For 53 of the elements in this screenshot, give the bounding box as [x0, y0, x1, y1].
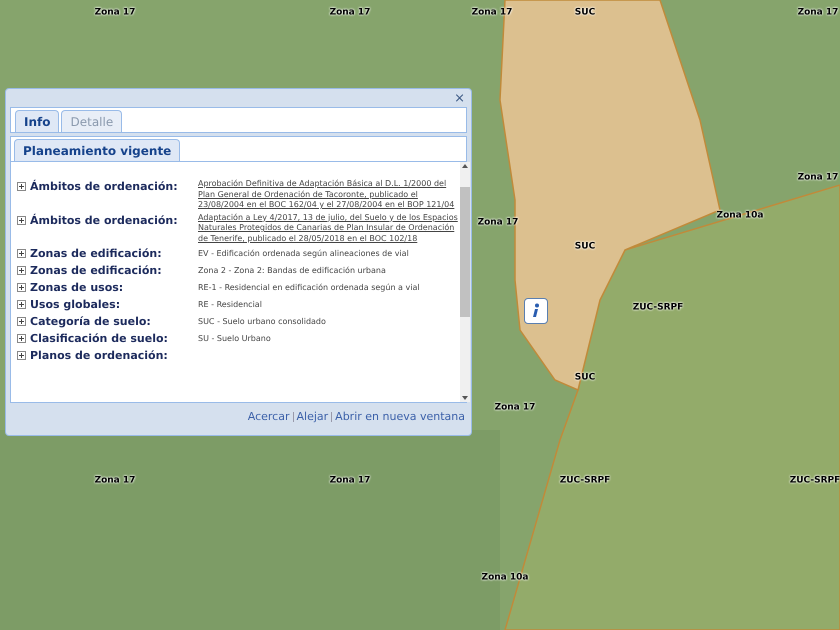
zone-label: Zona 17 — [478, 216, 518, 230]
tab[interactable]: Info — [15, 110, 60, 132]
field-value: Zona 2 - Zona 2: Bandas de edificación urbana — [198, 265, 387, 277]
scroll-down-icon[interactable] — [462, 396, 468, 400]
field-value: EV - Edificación ordenada según alineaciones de vial — [198, 248, 410, 260]
field-value: SU - Suelo Urbano — [198, 333, 272, 345]
field-label: Planos de ordenación: — [30, 348, 169, 363]
scroll-up-icon[interactable] — [462, 164, 468, 168]
field-value: SUC - Suelo urbano consolidado — [198, 316, 327, 328]
field-label: Zonas de edificación: — [30, 263, 163, 278]
field-label: Ámbitos de ordenación: — [30, 212, 179, 228]
field-label: Categoría de suelo: — [30, 314, 152, 329]
map-link[interactable]: Abrir en nueva ventana — [335, 408, 465, 426]
info-marker-icon[interactable] — [524, 298, 548, 324]
zone-label: Zona 17 — [94, 6, 136, 20]
close-button[interactable]: × — [452, 92, 467, 104]
field-label: Usos globales: — [30, 297, 122, 312]
field-label: Zonas de edificación: — [30, 246, 163, 261]
expand-icon[interactable] — [17, 266, 26, 275]
expand-icon[interactable] — [17, 334, 26, 343]
zone-label: ZUC-SRPF — [560, 474, 610, 488]
zone-label: Zona 17 — [472, 6, 512, 20]
zone-label: SUC — [574, 371, 596, 384]
field-value: RE-1 - Residencial en edificación ordenada según a vial — [198, 282, 421, 294]
expand-icon[interactable] — [17, 300, 26, 309]
zone-label: ZUC-SRPF — [790, 474, 840, 488]
zone-label: SUC — [574, 240, 596, 254]
map-link[interactable]: Alejar — [296, 408, 328, 426]
expand-icon[interactable] — [17, 216, 26, 224]
expand-icon[interactable] — [17, 351, 26, 360]
scrollbar[interactable] — [460, 162, 470, 402]
zone-label: Zona 17 — [798, 171, 838, 184]
expand-icon[interactable] — [17, 182, 26, 191]
tab[interactable]: Planeamiento vigente — [14, 139, 180, 161]
zone-label: Zona 17 — [798, 6, 838, 20]
zone-label: ZUC-SRPF — [632, 301, 684, 314]
expand-icon[interactable] — [17, 249, 26, 258]
zone-label: Zona 10a — [716, 209, 764, 222]
field-label: Ámbitos de ordenación: — [30, 179, 179, 194]
zone-label: Zona 17 — [494, 401, 536, 414]
document-link[interactable]: Adaptación a Ley 4/2017, 13 de julio, del Suelo y de los Espacios Naturales Protegidos de Canarias de Plan Insular de Ordenación de Tenerife, publicado el 28/05/2018 en el BOC 102/18 — [198, 212, 460, 244]
zone-label: SUC — [574, 6, 596, 20]
zone-label: Zona 17 — [94, 474, 136, 488]
expand-icon[interactable] — [17, 283, 26, 292]
map-link[interactable]: Acercar — [248, 408, 290, 426]
document-link[interactable]: Aprobación Definitiva de Adaptación Básica al D.L. 1/2000 del Plan General de Ordenación de Tacoronte, publicado el 23/08/2004 en el BOC 162/04 y el 27/08/2004 en el BOP 121/04 — [198, 179, 460, 210]
zone-label: Zona 17 — [330, 6, 370, 20]
field-label: Zonas de usos: — [30, 280, 124, 295]
zone-label: Zona 10a — [482, 571, 528, 584]
zone-label: Zona 17 — [330, 474, 370, 488]
expand-icon[interactable] — [17, 317, 26, 326]
field-value: RE - Residencial — [198, 299, 263, 311]
field-label: Clasificación de suelo: — [30, 331, 169, 346]
